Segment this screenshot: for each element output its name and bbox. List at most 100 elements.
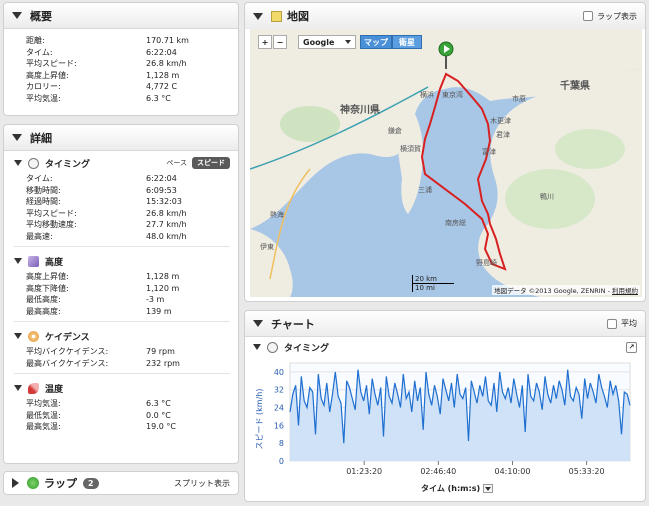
y-tick-label: 40 xyxy=(274,368,284,377)
details-panel: 詳細 タイミング ペース スピード タイム: 6:22:04 移動時間: 6:09:… xyxy=(3,124,239,464)
chart-panel: チャート 平均 タイミング ↗ 0 8 16 24 32 40 01:23:20 02:46… xyxy=(244,310,646,502)
map-label-yokohama: 横浜 xyxy=(420,90,434,99)
map-attribution: 地図データ ©2013 Google, ZENRIN - 利用規約 xyxy=(492,285,640,295)
summary-body: 距離: 170.71 km タイム: 6:22:04 平均スピード: 26.8 km/… xyxy=(4,29,238,104)
map-label-chiba: 千葉県 xyxy=(560,79,590,92)
collapse-arrow-icon[interactable] xyxy=(12,12,22,19)
collapse-arrow-icon[interactable] xyxy=(14,333,22,339)
chart-timing-header[interactable]: タイミング ↗ xyxy=(245,337,645,357)
map-label-minamiboso: 南房総 xyxy=(445,218,466,227)
terms-link[interactable]: 利用規約 xyxy=(612,287,638,295)
collapse-arrow-icon[interactable] xyxy=(253,320,263,327)
elevation-row: 高度上昇値: 1,128 m xyxy=(26,272,180,281)
average-checkbox[interactable] xyxy=(607,318,617,329)
map-type-satellite-button[interactable]: 衛星 xyxy=(392,35,422,49)
collapse-arrow-icon[interactable] xyxy=(12,134,22,141)
temperature-row: 平均気温: 6.3 °C xyxy=(26,399,171,408)
map-label-kamogawa: 鴨川 xyxy=(540,192,554,201)
thermometer-icon xyxy=(28,382,39,394)
map-canvas[interactable]: 神奈川県 千葉県 東京湾 横浜 横須賀 鎌倉 三浦 熱海 富津 君津 木更津 南… xyxy=(250,29,642,297)
chevron-down-icon xyxy=(483,484,494,493)
elevation-icon xyxy=(28,255,39,267)
chart-header[interactable]: チャート 平均 xyxy=(245,311,645,337)
collapse-arrow-icon[interactable] xyxy=(253,344,261,350)
pace-speed-toggle[interactable]: ペース スピード xyxy=(161,157,230,169)
y-tick-label: 32 xyxy=(274,386,284,395)
laps-count-badge: 2 xyxy=(83,477,99,489)
lap-display-checkbox[interactable] xyxy=(583,11,593,21)
summary-row: カロリー: 4,772 C xyxy=(26,82,178,91)
map-label-yokosuka: 横須賀 xyxy=(400,144,421,153)
zoom-in-button[interactable]: + xyxy=(258,35,272,49)
y-tick-label: 0 xyxy=(279,457,284,466)
collapse-arrow-icon[interactable] xyxy=(253,12,263,20)
expand-arrow-icon[interactable] xyxy=(12,478,19,488)
y-tick-label: 8 xyxy=(279,439,284,448)
speed-chart[interactable]: 0 8 16 24 32 40 01:23:20 02:46:40 04:10:00 05:33… xyxy=(250,361,642,481)
speed-toggle[interactable]: スピード xyxy=(192,157,230,169)
clock-icon xyxy=(267,341,278,353)
lap-display-option[interactable]: ラップ表示 xyxy=(583,11,637,22)
summary-header[interactable]: 概要 xyxy=(4,3,238,29)
cadence-section-header[interactable]: ケイデンス xyxy=(14,326,230,346)
collapse-arrow-icon[interactable] xyxy=(14,160,22,166)
y-tick-label: 16 xyxy=(274,421,284,430)
x-tick-label: 02:46:40 xyxy=(420,467,456,476)
timing-row: 平均移動速度: 27.7 km/h xyxy=(26,220,187,229)
clock-icon xyxy=(28,157,39,169)
x-axis-select[interactable]: タイム (h:m:s) xyxy=(421,483,494,494)
map-provider-select[interactable]: Google xyxy=(298,35,356,49)
map-type-map-button[interactable]: マップ xyxy=(360,35,392,49)
zoom-out-button[interactable]: − xyxy=(273,35,287,49)
details-header[interactable]: 詳細 xyxy=(4,125,238,151)
timing-row: 平均スピード: 26.8 km/h xyxy=(26,208,187,218)
map-scale: 20 km 10 mi xyxy=(412,275,454,292)
map-label-tokyo-bay: 東京湾 xyxy=(442,90,463,99)
elevation-row: 最高高度: 139 m xyxy=(26,306,172,316)
y-axis-label: スピード (km/h) xyxy=(255,389,264,450)
cadence-row: 平均バイクケイデンス: 79 rpm xyxy=(26,347,175,356)
pace-toggle[interactable]: ペース xyxy=(161,157,192,169)
map-label-kanagawa: 神奈川県 xyxy=(340,103,380,116)
summary-row: 平均気温: 6.3 °C xyxy=(26,93,171,103)
cadence-row: 最高バイクケイデンス: 232 rpm xyxy=(26,358,180,368)
divider xyxy=(14,246,230,247)
timing-row: タイム: 6:22:04 xyxy=(26,174,177,183)
chevron-down-icon xyxy=(345,40,351,44)
summary-title: 概要 xyxy=(30,9,52,23)
elevation-row: 最低高度: -3 m xyxy=(26,295,165,304)
map-label-miura: 三浦 xyxy=(418,185,432,194)
map-icon xyxy=(271,10,282,22)
summary-row: 高度上昇値: 1,128 m xyxy=(26,70,180,80)
expand-icon[interactable]: ↗ xyxy=(626,341,637,353)
map-panel: 地図 ラップ表示 神奈川県 千葉県 東京湾 横浜 横須賀 鎌倉 三浦 熱海 富津… xyxy=(244,2,646,302)
map-view[interactable]: 神奈川県 千葉県 東京湾 横浜 横須賀 鎌倉 三浦 熱海 富津 君津 木更津 南… xyxy=(250,29,642,297)
split-view-link[interactable]: スプリット表示 xyxy=(174,478,230,489)
summary-row: 距離: 170.71 km xyxy=(26,36,189,45)
collapse-arrow-icon[interactable] xyxy=(14,258,22,264)
map-header[interactable]: 地図 ラップ表示 xyxy=(245,3,645,29)
lap-icon xyxy=(27,477,39,489)
x-tick-label: 01:23:20 xyxy=(346,467,382,476)
map-label-ito: 伊東 xyxy=(260,242,274,251)
summary-panel: 概要 距離: 170.71 km タイム: 6:22:04 平均スピード: 26.8 … xyxy=(3,2,239,116)
x-tick-label: 05:33:20 xyxy=(569,467,605,476)
temperature-row: 最低気温: 0.0 °C xyxy=(26,410,171,420)
map-title: 地図 xyxy=(287,10,309,23)
details-title: 詳細 xyxy=(30,131,52,145)
summary-row: タイム: 6:22:04 xyxy=(26,47,177,57)
collapse-arrow-icon[interactable] xyxy=(14,385,22,391)
summary-row: 平均スピード: 26.8 km/h xyxy=(26,59,187,68)
divider xyxy=(14,321,230,322)
elevation-section-header[interactable]: 高度 xyxy=(14,251,230,271)
timing-section-header[interactable]: タイミング ペース スピード xyxy=(14,153,230,173)
map-label-kimitsu: 君津 xyxy=(496,131,510,139)
timing-row: 経過時間: 15:32:03 xyxy=(26,197,182,206)
average-option[interactable]: 平均 xyxy=(607,318,637,329)
laps-title: ラップ xyxy=(44,477,77,490)
y-tick-label: 24 xyxy=(274,404,284,413)
temperature-row: 最高気温: 19.0 °C xyxy=(26,422,176,431)
laps-panel[interactable]: ラップ 2 スプリット表示 xyxy=(3,471,239,495)
cadence-icon xyxy=(28,330,39,342)
temperature-section-header[interactable]: 温度 xyxy=(14,378,230,398)
